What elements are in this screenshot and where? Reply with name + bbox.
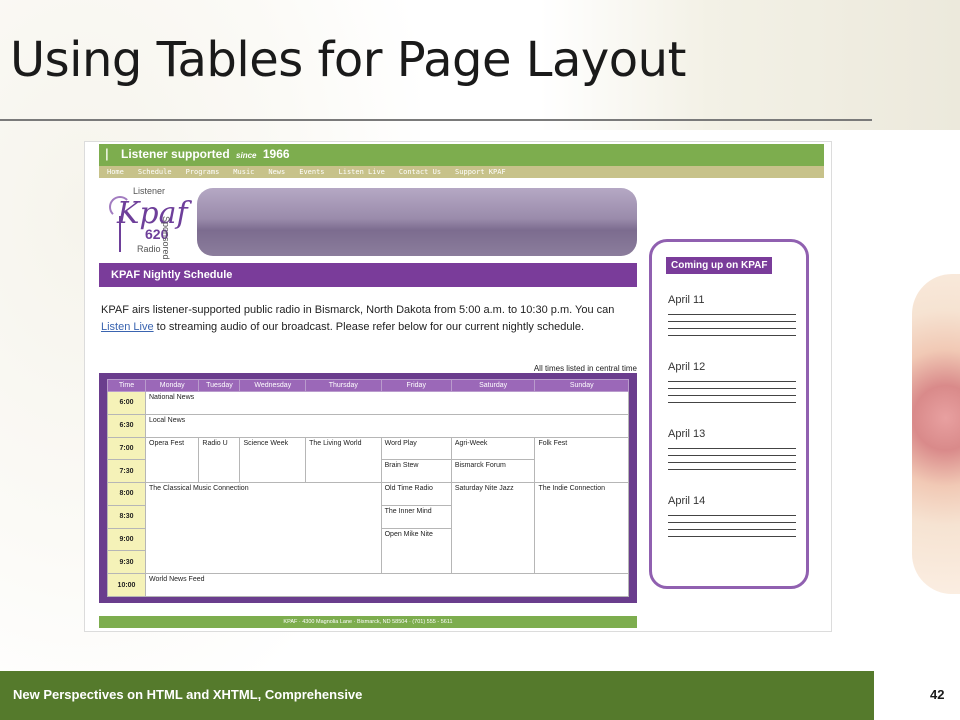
time-cell: 10:00 (107, 573, 146, 597)
listen-live-link[interactable]: Listen Live (101, 321, 154, 333)
program-cell: Word Play (380, 436, 452, 461)
nav-news[interactable]: News (268, 166, 285, 178)
tagline-text: Listener supported (121, 147, 230, 161)
logo-listener: Listener (133, 186, 166, 196)
header-pipe: | (105, 146, 109, 161)
column-header: Time (107, 379, 146, 392)
program-cell: Brain Stew (380, 459, 452, 484)
program-cell: Saturday Nite Jazz (450, 482, 536, 575)
schedule-table-frame: Time Monday Tuesday Wednesday Thursday F… (99, 373, 637, 603)
logo-sponsored: Sponsored (161, 216, 171, 260)
column-header: Monday (144, 379, 200, 392)
time-cell: 7:30 (107, 459, 146, 484)
title-divider (0, 119, 872, 121)
nav-music[interactable]: Music (233, 166, 254, 178)
table-header-row: Time Monday Tuesday Wednesday Thursday F… (107, 379, 629, 392)
site-header: | Listener supported since 1966 (99, 144, 824, 166)
nav-schedule[interactable]: Schedule (138, 166, 172, 178)
website-screenshot: | Listener supported since 1966 Home Sch… (84, 141, 832, 632)
program-cell: The Living World (305, 436, 382, 484)
program-cell: National News (145, 391, 629, 415)
slide-page-number: 42 (930, 687, 945, 702)
logo-bracket (119, 216, 123, 252)
program-cell: Agri-Week (450, 436, 536, 461)
program-cell: Science Week (239, 436, 307, 484)
time-cell: 6:00 (107, 391, 146, 415)
program-cell: Open Mike Nite (380, 527, 452, 575)
program-cell: Old Time Radio (380, 482, 452, 506)
column-header: Thursday (305, 379, 382, 392)
column-header: Sunday (534, 379, 629, 392)
column-header: Saturday (450, 379, 536, 392)
time-cell: 8:00 (107, 482, 146, 506)
program-cell: The Classical Music Connection (145, 482, 382, 575)
sidebar-day-april-13: April 13 (668, 428, 706, 440)
program-cell: Local News (145, 413, 629, 438)
tagline-year: 1966 (262, 147, 290, 161)
nav-listen-live[interactable]: Listen Live (339, 166, 385, 178)
program-cell: World News Feed (145, 573, 629, 597)
column-header: Friday (380, 379, 452, 392)
schedule-table: Time Monday Tuesday Wednesday Thursday F… (107, 379, 629, 597)
table-row: 10:00 World News Feed (107, 573, 629, 597)
table-row: 6:00 National News (107, 391, 629, 415)
coming-up-heading: Coming up on KPAF (666, 257, 773, 274)
intro-text: KPAF airs listener-supported public radi… (101, 304, 615, 316)
sidebar-day-april-14: April 14 (668, 495, 706, 507)
program-cell: Opera Fest (144, 436, 200, 484)
nav-support[interactable]: Support KPAF (455, 166, 506, 178)
time-zone-note: All times listed in central time (533, 364, 637, 373)
coming-up-sidebar: Coming up on KPAF April 11 April 12 Apri… (649, 239, 809, 589)
nav-home[interactable]: Home (107, 166, 124, 178)
site-tagline: Listener supported since 1966 (121, 147, 290, 161)
tagline-since: since (236, 151, 257, 160)
schedule-heading: KPAF Nightly Schedule (99, 263, 637, 287)
time-cell: 8:30 (107, 504, 146, 529)
banner-image (197, 188, 637, 256)
slide-footer-bar: New Perspectives on HTML and XHTML, Comp… (0, 671, 874, 720)
program-cell: Bismarck Forum (450, 459, 536, 484)
table-row: 6:30 Local News (107, 413, 629, 438)
program-cell: Folk Fest (534, 436, 629, 484)
kpaf-logo[interactable]: Listener Kpaf 620 Radio Sponsored (105, 186, 193, 262)
column-header: Wednesday (239, 379, 307, 392)
time-cell: 7:00 (107, 436, 146, 461)
sidebar-day-april-12: April 12 (668, 361, 706, 373)
program-cell: The Indie Connection (534, 482, 629, 575)
time-cell: 9:30 (107, 550, 146, 575)
nav-contact-us[interactable]: Contact Us (399, 166, 441, 178)
sidebar-lines (668, 509, 796, 537)
time-cell: 9:00 (107, 527, 146, 552)
sidebar-lines (668, 442, 796, 470)
program-cell: The Inner Mind (380, 504, 452, 529)
program-cell: Radio U (198, 436, 241, 484)
table-row: 8:00 The Classical Music Connection Old … (107, 482, 629, 575)
logo-radio: Radio (137, 244, 161, 254)
slide-title: Using Tables for Page Layout (10, 32, 686, 88)
column-header: Tuesday (198, 379, 241, 392)
site-footer-address: KPAF · 4300 Magnolia Lane · Bismarck, ND… (99, 616, 637, 628)
flower-decoration-image (912, 274, 960, 594)
sidebar-day-april-11: April 11 (668, 294, 705, 306)
intro-text-end: to streaming audio of our broadcast. Ple… (153, 321, 585, 333)
nav-programs[interactable]: Programs (186, 166, 220, 178)
sidebar-lines (668, 308, 796, 336)
intro-paragraph: KPAF airs listener-supported public radi… (101, 302, 641, 336)
site-nav: Home Schedule Programs Music News Events… (99, 166, 824, 178)
nav-events[interactable]: Events (299, 166, 324, 178)
slide-footer-caption: New Perspectives on HTML and XHTML, Comp… (13, 687, 363, 702)
sidebar-lines (668, 375, 796, 403)
table-row: 7:00 Opera Fest Radio U Science Week The… (107, 436, 629, 484)
time-cell: 6:30 (107, 413, 146, 438)
